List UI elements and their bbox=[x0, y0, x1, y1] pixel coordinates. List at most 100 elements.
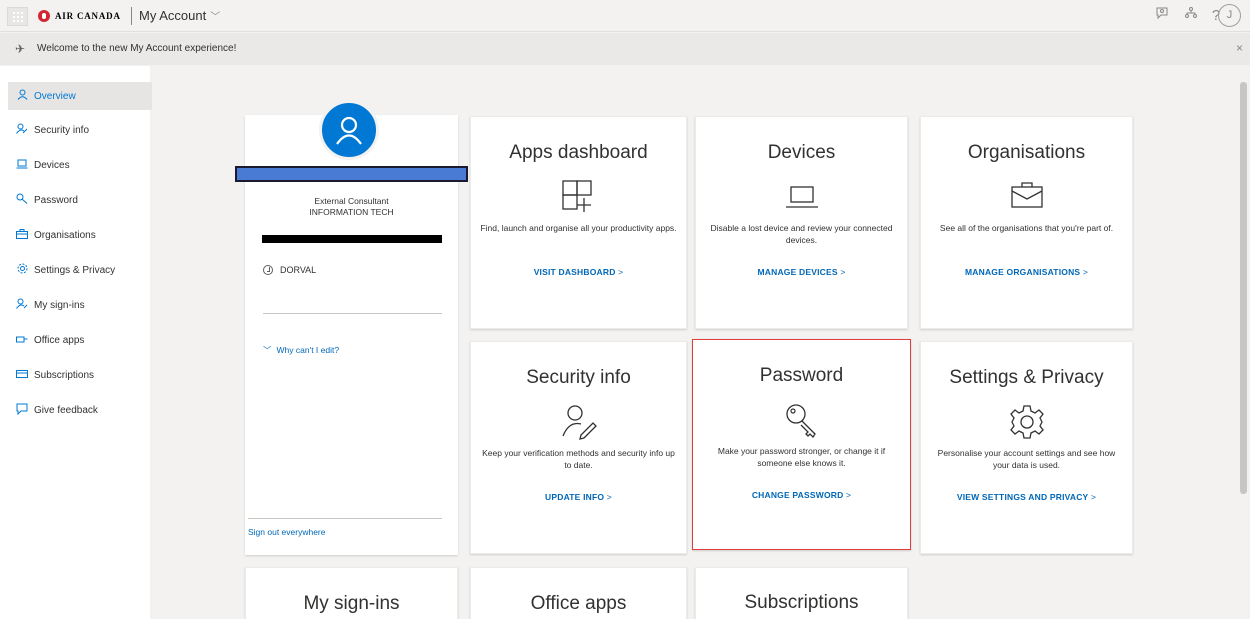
card-title: Office apps bbox=[530, 593, 627, 614]
chevron-right-icon: > bbox=[837, 267, 846, 277]
card-title: Settings & Privacy bbox=[949, 367, 1104, 388]
department: INFORMATION TECH bbox=[309, 207, 394, 217]
link-label: MANAGE DEVICES bbox=[757, 267, 838, 277]
gear-icon bbox=[12, 263, 32, 277]
subscriptions-icon bbox=[12, 369, 32, 382]
chevron-down-icon: ﹀ bbox=[263, 345, 272, 355]
laptop-icon bbox=[785, 186, 818, 208]
card-description: Keep your verification methods and secur… bbox=[482, 448, 675, 470]
chevron-right-icon: > bbox=[1080, 267, 1089, 277]
card-description: Make your password stronger, or change i… bbox=[717, 446, 886, 468]
brand-logo[interactable]: AIR CANADA bbox=[38, 9, 121, 23]
brand-name: AIR CANADA bbox=[55, 11, 121, 21]
location-icon bbox=[263, 265, 273, 275]
manage-devices-link[interactable]: MANAGE DEVICES > bbox=[696, 267, 907, 277]
card-description: Disable a lost device and review your co… bbox=[710, 223, 893, 245]
profile-avatar bbox=[319, 100, 379, 160]
scrollbar-thumb[interactable] bbox=[1240, 82, 1247, 494]
briefcase-icon bbox=[12, 228, 32, 242]
waffle-icon bbox=[13, 12, 23, 22]
sidebar-item-label: Password bbox=[34, 194, 78, 206]
update-info-link[interactable]: UPDATE INFO > bbox=[471, 492, 686, 502]
card-title: Subscriptions bbox=[744, 592, 859, 613]
office-apps-icon bbox=[12, 334, 32, 347]
sidebar-item-label: Devices bbox=[34, 159, 70, 171]
card-title: My sign-ins bbox=[303, 593, 400, 614]
card-description: Find, launch and organise all your produ… bbox=[480, 223, 677, 233]
app-title-menu[interactable]: My Account ﹀ bbox=[139, 8, 220, 23]
card-security-info: Security info Keep your verification met… bbox=[470, 341, 687, 554]
link-label: CHANGE PASSWORD bbox=[751, 490, 844, 500]
org-icon[interactable] bbox=[1181, 6, 1201, 26]
card-organisations: Organisations See all of the organisatio… bbox=[920, 116, 1133, 329]
sidebar-item-give-feedback[interactable]: Give feedback bbox=[8, 396, 152, 424]
card-apps-dashboard: Apps dashboard Find, launch and organise… bbox=[470, 116, 687, 329]
sign-out-everywhere-link[interactable]: Sign out everywhere bbox=[248, 527, 326, 537]
change-password-link[interactable]: CHANGE PASSWORD > bbox=[693, 490, 910, 500]
location-text: DORVAL bbox=[280, 265, 317, 275]
sidebar-item-label: My sign-ins bbox=[34, 299, 85, 311]
app-launcher-button[interactable] bbox=[7, 7, 28, 26]
sidebar-item-password[interactable]: Password bbox=[8, 186, 152, 214]
link-label: UPDATE INFO bbox=[545, 492, 605, 502]
sidebar-item-organisations[interactable]: Organisations bbox=[8, 221, 152, 249]
sidebar-item-label: Subscriptions bbox=[34, 369, 95, 381]
divider bbox=[263, 313, 442, 314]
person-icon bbox=[12, 89, 32, 103]
gear-icon bbox=[1009, 405, 1044, 439]
security-info-icon bbox=[12, 123, 32, 137]
link-label: VIEW SETTINGS AND PRIVACY bbox=[956, 492, 1089, 502]
person-icon bbox=[336, 116, 362, 145]
card-settings-privacy: Settings & Privacy Personalise your acco… bbox=[920, 341, 1133, 554]
top-header: AIR CANADA My Account ﹀ ? J bbox=[0, 0, 1250, 32]
app-title: My Account bbox=[139, 8, 207, 23]
close-icon[interactable]: × bbox=[1236, 41, 1243, 55]
sidebar-item-label: Organisations bbox=[34, 229, 96, 241]
card-description: See all of the organisations that you're… bbox=[939, 223, 1114, 233]
sidebar-item-security-info[interactable]: Security info bbox=[8, 116, 152, 144]
sidebar-item-label: Office apps bbox=[34, 334, 85, 346]
card-my-sign-ins: My sign-ins bbox=[245, 567, 458, 619]
card-subscriptions: Subscriptions bbox=[695, 567, 908, 619]
job-title: External Consultant bbox=[314, 196, 389, 206]
welcome-message: Welcome to the new My Account experience… bbox=[37, 43, 237, 54]
welcome-banner: ✈ Welcome to the new My Account experien… bbox=[0, 33, 1250, 65]
card-description: Personalise your account settings and se… bbox=[937, 448, 1116, 470]
sidebar-item-devices[interactable]: Devices bbox=[8, 151, 152, 179]
chevron-right-icon: > bbox=[1088, 492, 1097, 502]
link-label: MANAGE ORGANISATIONS bbox=[964, 267, 1081, 277]
apps-grid-icon bbox=[561, 180, 592, 212]
card-password: Password Make your password stronger, or… bbox=[692, 339, 911, 550]
card-office-apps: Office apps bbox=[470, 567, 687, 619]
sidebar-item-label: Settings & Privacy bbox=[34, 264, 116, 276]
feedback-icon[interactable] bbox=[1152, 6, 1172, 26]
sidebar-item-my-sign-ins[interactable]: My sign-ins bbox=[8, 291, 152, 319]
chevron-right-icon: > bbox=[843, 490, 852, 500]
divider bbox=[248, 518, 442, 519]
feedback-icon bbox=[12, 403, 32, 418]
sidebar-item-subscriptions[interactable]: Subscriptions bbox=[8, 361, 152, 389]
card-title: Devices bbox=[767, 142, 836, 163]
header-divider bbox=[131, 7, 132, 25]
sidebar-item-label: Give feedback bbox=[34, 404, 98, 416]
link-label: VISIT DASHBOARD bbox=[533, 267, 616, 277]
user-avatar-button[interactable]: J bbox=[1218, 4, 1241, 27]
briefcase-icon bbox=[1010, 182, 1043, 208]
key-icon bbox=[12, 193, 32, 207]
manage-organisations-link[interactable]: MANAGE ORGANISATIONS > bbox=[921, 267, 1132, 277]
redacted-name bbox=[235, 166, 468, 182]
sidebar-item-office-apps[interactable]: Office apps bbox=[8, 326, 152, 354]
card-title: Security info bbox=[526, 367, 631, 388]
why-cant-edit-link[interactable]: ﹀ Why can't I edit? bbox=[263, 344, 339, 356]
chevron-right-icon: > bbox=[615, 267, 624, 277]
sidebar-item-settings-privacy[interactable]: Settings & Privacy bbox=[8, 256, 152, 284]
sidebar: Overview Security info Devices Password … bbox=[0, 66, 152, 619]
key-icon bbox=[785, 404, 816, 439]
sign-ins-icon bbox=[12, 298, 32, 312]
card-title: Password bbox=[759, 365, 844, 386]
laptop-icon bbox=[12, 159, 32, 172]
sidebar-item-overview[interactable]: Overview bbox=[8, 82, 152, 110]
redacted-email bbox=[262, 235, 442, 243]
visit-dashboard-link[interactable]: VISIT DASHBOARD > bbox=[471, 267, 686, 277]
view-settings-link[interactable]: VIEW SETTINGS AND PRIVACY > bbox=[921, 492, 1132, 502]
